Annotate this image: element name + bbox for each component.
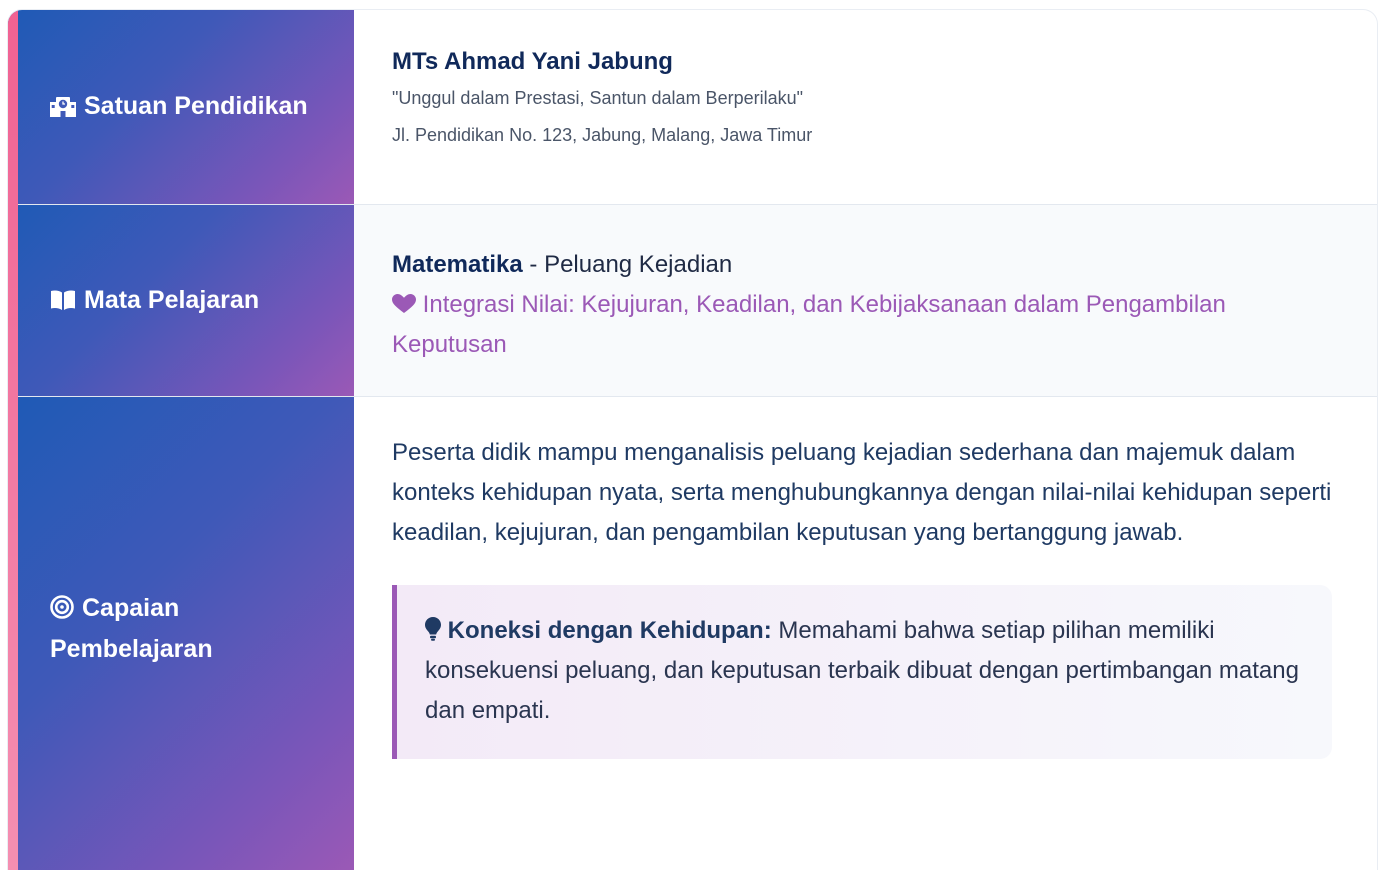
life-connection-callout: Koneksi dengan Kehidupan: Memahami bahwa… xyxy=(392,585,1332,759)
content-cell-school: MTs Ahmad Yani Jabung "Unggul dalam Pres… xyxy=(354,10,1377,204)
row-school: Satuan Pendidikan MTs Ahmad Yani Jabung … xyxy=(8,10,1377,204)
target-icon xyxy=(50,592,74,630)
school-icon xyxy=(50,90,76,128)
callout-title: Koneksi dengan Kehidupan: xyxy=(447,617,772,644)
label-outcome-text: Capaian Pembelajaran xyxy=(50,594,213,663)
label-cell-outcome: Capaian Pembelajaran xyxy=(8,397,354,870)
content-cell-subject: Matematika - Peluang Kejadian Integrasi … xyxy=(354,205,1377,397)
lightbulb-icon xyxy=(425,617,448,644)
subject-topic: - Peluang Kejadian xyxy=(522,251,733,278)
values-line: Integrasi Nilai: Kejujuran, Keadilan, da… xyxy=(392,285,1292,365)
label-cell-subject: Mata Pelajaran xyxy=(8,205,354,397)
subject-line: Matematika - Peluang Kejadian xyxy=(392,251,1347,279)
label-cell-school: Satuan Pendidikan xyxy=(8,10,354,204)
row-outcome: Capaian Pembelajaran Peserta didik mampu… xyxy=(8,396,1377,870)
row-subject: Mata Pelajaran Matematika - Peluang Keja… xyxy=(8,204,1377,397)
content-cell-outcome: Peserta didik mampu menganalisis peluang… xyxy=(354,397,1377,870)
book-open-icon xyxy=(50,284,76,322)
school-name: MTs Ahmad Yani Jabung xyxy=(392,48,673,75)
label-school-text: Satuan Pendidikan xyxy=(84,91,308,120)
school-address: Jl. Pendidikan No. 123, Jabung, Malang, … xyxy=(392,125,813,145)
heart-icon xyxy=(392,291,423,318)
subject-name: Matematika xyxy=(392,251,523,278)
school-motto: "Unggul dalam Prestasi, Santun dalam Ber… xyxy=(392,88,803,108)
accent-bar xyxy=(8,10,18,870)
values-text: Integrasi Nilai: Kejujuran, Keadilan, da… xyxy=(392,291,1226,358)
outcome-text: Peserta didik mampu menganalisis peluang… xyxy=(392,439,1332,546)
label-subject-text: Mata Pelajaran xyxy=(84,285,260,314)
info-card: Satuan Pendidikan MTs Ahmad Yani Jabung … xyxy=(8,10,1377,870)
